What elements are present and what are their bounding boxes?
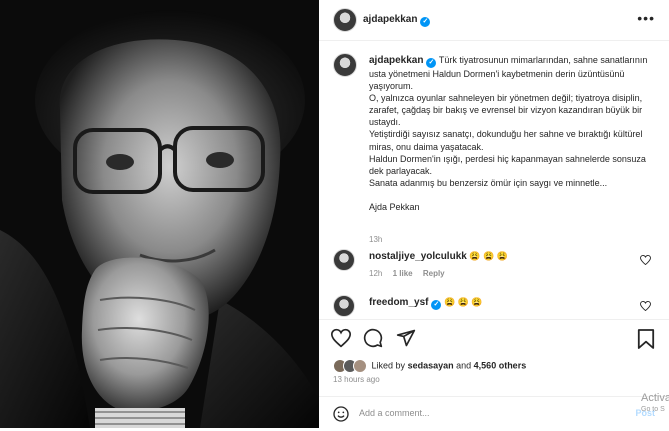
caption-signature: Ajda Pekkan [369,201,420,212]
post-photo[interactable] [0,0,319,428]
post-details-panel: ajdapekkan ✓ ••• ajdapekkan ✓ Türk tiyatro… [319,0,669,428]
post-header: ajdapekkan ✓ ••• [319,0,669,41]
likes-prefix: Liked by [371,360,406,371]
comments-scroll-area[interactable]: ajdapekkan ✓ Türk tiyatrosunun mimarların… [319,41,669,317]
caption-paragraph-2: O, yalnızca oyunlar sahneleyen bir yönet… [369,93,643,128]
watermark-line-2: Go to S [641,406,665,413]
caption-paragraph-5: Sanata adanmış bu benzersiz ömür için sa… [369,177,608,188]
commenter-avatar[interactable] [333,249,355,271]
comment-text: 😩 😩 😩 [469,251,508,261]
liker-username[interactable]: sedasayan [408,360,454,370]
caption-timestamp[interactable]: 13h [369,235,382,244]
comment-bubble-icon[interactable] [363,328,383,348]
caption-paragraph-4: Haldun Dormen'in ışığı, perdesi hiç kapa… [369,153,646,176]
more-horizontal-icon[interactable]: ••• [637,10,655,26]
comment-body: nostaljiye_yolculukk 😩 😩 😩 12h 1 like Re… [369,251,629,278]
post-timestamp[interactable]: 13 hours ago [333,375,380,384]
commenter-username[interactable]: nostaljiye_yolculukk [369,251,467,262]
author-username[interactable]: ajdapekkan ✓ [363,14,431,27]
comment-time[interactable]: 12h [369,269,382,278]
likes-count[interactable]: 4,560 others [474,360,527,370]
windows-activation-watermark: Activa Go to S [641,393,669,415]
verified-badge-icon: ✓ [426,58,437,68]
commenter-username[interactable]: freedom_ysf ✓ [369,297,442,310]
emoji-icon[interactable] [333,406,349,422]
liker-avatar [353,359,367,373]
portrait-image [0,0,319,428]
comment-likes[interactable]: 1 like [393,269,413,278]
comment-heart-icon[interactable] [640,301,651,311]
author-avatar[interactable] [333,8,357,32]
comment-input[interactable]: Add a comment... [359,408,599,418]
commenter-avatar[interactable] [333,295,355,317]
post-actions: Liked by sedasayan and 4,560 others 13 h… [319,319,669,430]
likes-summary: Liked by sedasayan and 4,560 others [333,359,526,375]
comment-heart-icon[interactable] [640,255,651,265]
save-bookmark-icon[interactable] [637,329,655,349]
like-heart-icon[interactable] [330,328,352,348]
caption-avatar[interactable] [333,53,357,77]
add-comment-bar: Add a comment... Post [319,396,669,431]
caption-text: ajdapekkan ✓ Türk tiyatrosunun mimarların… [369,54,649,213]
action-icons-row [330,328,424,350]
likes-and: and [456,360,472,371]
comment-meta: 12h 1 like Reply [369,269,629,278]
verified-badge-icon: ✓ [431,300,442,310]
comment-text: 😩 😩 😩 [443,297,483,307]
caption-paragraph-3: Yetiştirdiği sayısız sanatçı, dokunduğu … [369,129,643,152]
watermark-line-1: Activa [641,392,669,404]
caption-username[interactable]: ajdapekkan ✓ [369,55,437,68]
share-send-icon[interactable] [396,328,416,348]
liker-avatars[interactable] [333,359,369,373]
comment-body: freedom_ysf ✓ 😩 😩 😩 [369,297,629,310]
reply-button[interactable]: Reply [423,269,445,278]
verified-badge-icon: ✓ [420,17,431,27]
